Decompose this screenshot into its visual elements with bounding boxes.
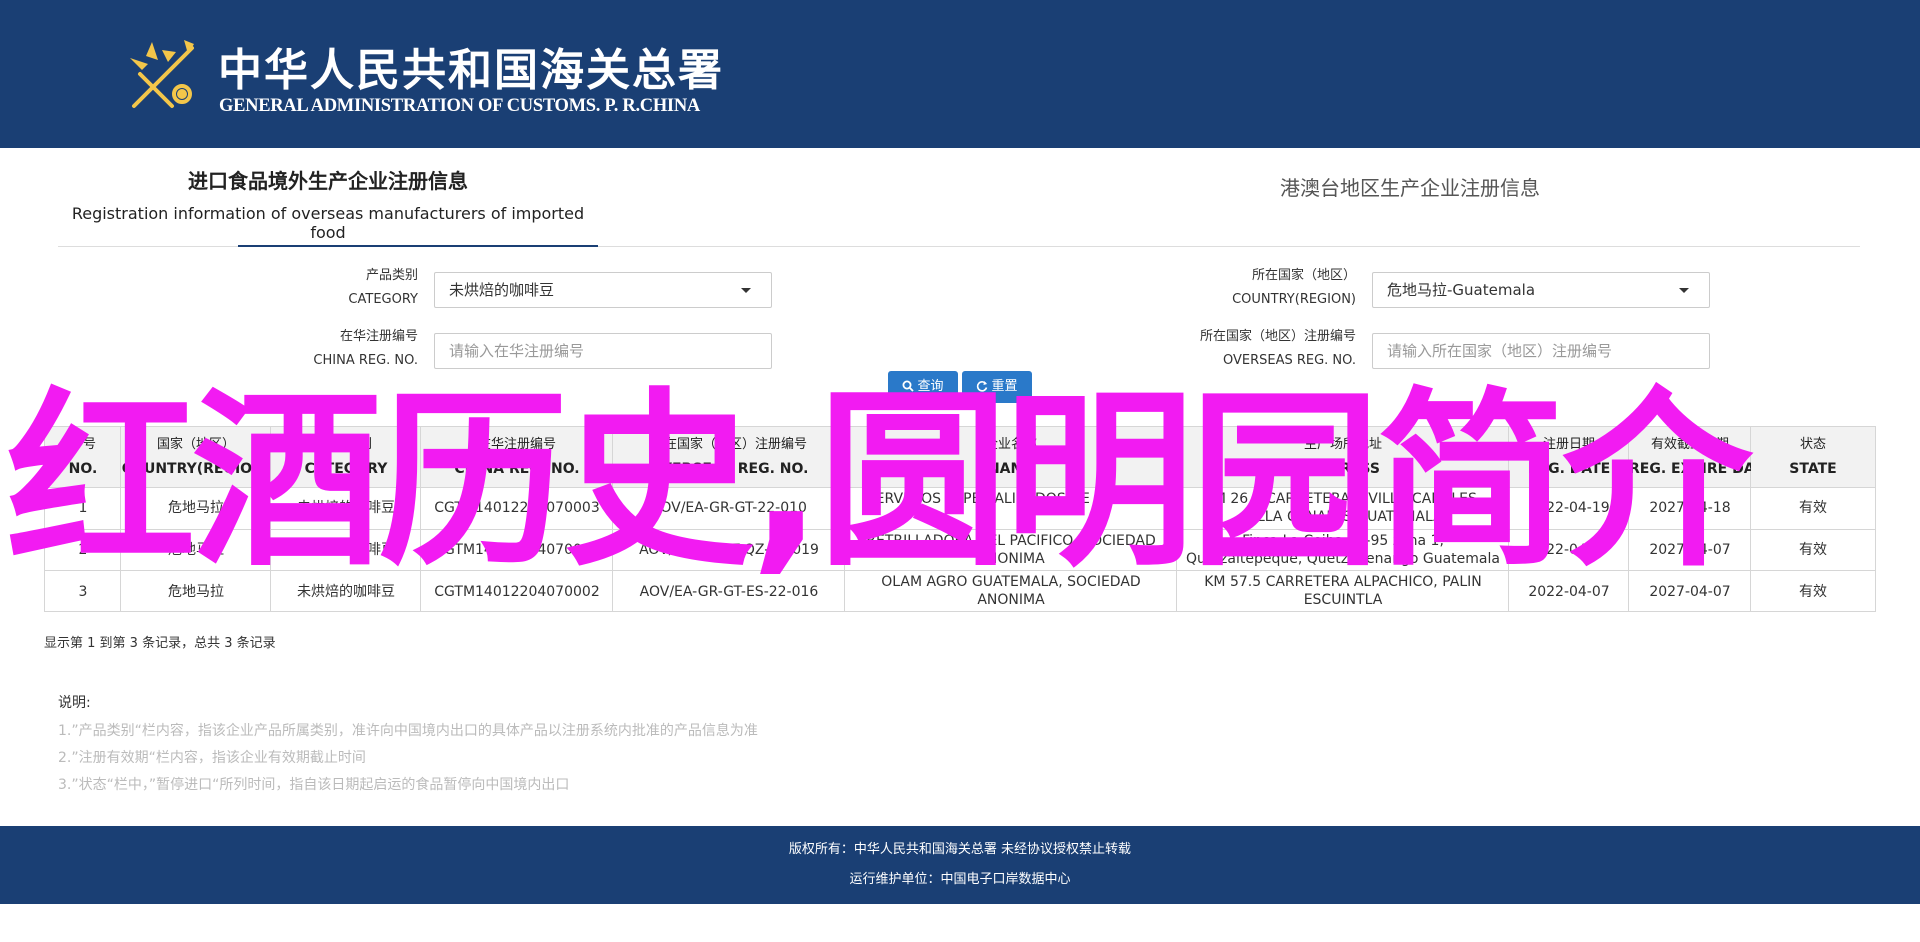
country-select[interactable]: 危地马拉-Guatemala — [1372, 272, 1710, 308]
site-footer: 版权所有：中华人民共和国海关总署 未经协议授权禁止转载 运行维护单位：中国电子口… — [0, 826, 1920, 904]
note-item: 1.”产品类别“栏内容，指该企业产品所属类别，准许向中国境内出口的具体产品以注册… — [58, 723, 758, 739]
china-reg-placeholder: 请输入在华注册编号 — [449, 342, 585, 360]
active-tab-indicator — [238, 245, 598, 247]
overseas-reg-input[interactable]: 请输入所在国家（地区）注册编号 — [1372, 333, 1710, 369]
footer-maintainer: 运行维护单位：中国电子口岸数据中心 — [849, 872, 1071, 887]
note-item: 2.”注册有效期“栏内容，指该企业有效期截止时间 — [58, 750, 366, 766]
chevron-down-icon — [741, 288, 751, 293]
chevron-down-icon — [1679, 288, 1689, 293]
tab-hk-macao-taiwan[interactable]: 港澳台地区生产企业注册信息 — [1110, 172, 1710, 201]
customs-emblem-icon — [130, 40, 194, 108]
pagination-info: 显示第 1 到第 3 条记录，总共 3 条记录 — [44, 636, 276, 651]
tab-title-cn: 港澳台地区生产企业注册信息 — [1280, 176, 1540, 200]
overseas-reg-label-en: OVERSEAS REG. NO. — [1222, 353, 1356, 368]
category-select-value: 未烘焙的咖啡豆 — [449, 281, 555, 299]
category-label-en: CATEGORY — [348, 292, 418, 307]
country-label-cn: 所在国家（地区） — [1251, 268, 1356, 283]
site-header: 中华人民共和国海关总署 GENERAL ADMINISTRATION OF CU… — [0, 0, 1920, 148]
category-select[interactable]: 未烘焙的咖啡豆 — [434, 272, 772, 308]
overseas-reg-label-cn: 所在国家（地区）注册编号 — [1199, 329, 1356, 344]
overseas-reg-label: 所在国家（地区）注册编号 OVERSEAS REG. NO. — [1140, 325, 1356, 373]
category-label-cn: 产品类别 — [365, 268, 418, 283]
footer-copyright: 版权所有：中华人民共和国海关总署 未经协议授权禁止转载 — [788, 842, 1132, 857]
china-reg-label-cn: 在华注册编号 — [339, 329, 418, 344]
site-title-cn: 中华人民共和国海关总署 — [218, 45, 724, 96]
overlay-banner-text: 红酒历史,圆明园简介 — [6, 372, 1752, 592]
country-select-value: 危地马拉-Guatemala — [1387, 281, 1536, 299]
china-reg-label-en: CHINA REG. NO. — [313, 353, 418, 368]
tab-title-cn: 进口食品境外生产企业注册信息 — [188, 169, 468, 193]
tab-overseas-manufacturers[interactable]: 进口食品境外生产企业注册信息 Registration information … — [60, 165, 596, 242]
country-label: 所在国家（地区） COUNTRY(REGION) — [1140, 264, 1356, 312]
site-title-en: GENERAL ADMINISTRATION OF CUSTOMS. P. R.… — [219, 96, 700, 116]
country-label-en: COUNTRY(REGION) — [1232, 292, 1356, 307]
note-item: 3.”状态“栏中，”暂停进口“所列时间，指自该日期起启运的食品暂停向中国境内出口 — [58, 777, 570, 793]
tab-title-en: Registration information of overseas man… — [71, 204, 585, 242]
notes-title: 说明: — [58, 695, 91, 711]
category-label: 产品类别 CATEGORY — [300, 264, 418, 312]
china-reg-label: 在华注册编号 CHINA REG. NO. — [270, 325, 418, 373]
china-reg-input[interactable]: 请输入在华注册编号 — [434, 333, 772, 369]
overseas-reg-placeholder: 请输入所在国家（地区）注册编号 — [1387, 342, 1613, 360]
